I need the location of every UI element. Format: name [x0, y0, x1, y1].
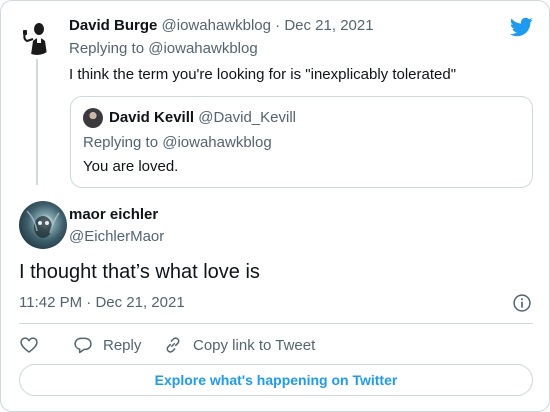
tweet-timestamp[interactable]: 11:42 PM · Dec 21, 2021: [19, 294, 185, 311]
like-button[interactable]: [19, 334, 39, 356]
parent-author-handle[interactable]: @iowahawkblog: [162, 17, 271, 34]
quote-replying-handle: @iowahawkblog: [162, 134, 272, 151]
parent-separator: ·: [275, 17, 281, 34]
parent-replying-line: Replying to @iowahawkblog: [69, 40, 258, 57]
thread-line: [36, 59, 38, 185]
quote-replying-line: Replying to @iowahawkblog: [83, 134, 272, 151]
parent-author-name[interactable]: David Burge: [69, 17, 157, 34]
main-author-name[interactable]: maor eichler: [69, 206, 158, 223]
embedded-tweet-card: David Burge @iowahawkblog · Dec 21, 2021…: [0, 0, 550, 412]
quote-author-handle: @David_Kevill: [198, 109, 296, 126]
reply-icon: [74, 337, 92, 354]
link-icon: [166, 337, 180, 353]
tweet-time: 11:42 PM: [19, 294, 83, 311]
parent-tweet-text: I think the term you're looking for is "…: [69, 66, 457, 83]
reply-button[interactable]: Reply: [73, 334, 141, 356]
reply-label: Reply: [103, 336, 142, 354]
parent-header: David Burge @iowahawkblog · Dec 21, 2021: [69, 17, 374, 34]
quote-replying-prefix: Replying to: [83, 134, 163, 151]
quote-tweet-text: You are loved.: [83, 158, 179, 175]
parent-date[interactable]: Dec 21, 2021: [284, 17, 373, 34]
parent-replying-handle[interactable]: @iowahawkblog: [148, 40, 257, 57]
copy-link-button[interactable]: Copy link to Tweet: [163, 334, 315, 356]
quote-avatar: [83, 108, 103, 128]
main-avatar-image: [26, 210, 60, 238]
main-tweet-text: I thought that’s what love is: [19, 261, 260, 283]
tweet-actions: Reply Copy link to Tweet: [19, 334, 533, 356]
divider: [19, 323, 533, 324]
info-icon[interactable]: [512, 293, 532, 313]
explore-label: Explore what's happening on Twitter: [154, 372, 398, 388]
quote-header: David Kevill @David_Kevill: [109, 109, 296, 126]
copy-link-label: Copy link to Tweet: [193, 336, 316, 354]
main-author-handle[interactable]: @EichlerMaor: [69, 228, 164, 245]
heart-icon: [20, 337, 38, 353]
explore-twitter-button[interactable]: Explore what's happening on Twitter: [19, 364, 533, 396]
parent-replying-prefix: Replying to: [69, 40, 149, 57]
parent-avatar[interactable]: [19, 19, 55, 55]
parent-avatar-image: [19, 19, 55, 55]
tweet-date: Dec 21, 2021: [95, 294, 185, 311]
quoted-tweet[interactable]: David Kevill @David_Kevill Replying to @…: [70, 96, 533, 188]
quote-author-name: David Kevill: [109, 109, 195, 126]
twitter-logo-icon[interactable]: [509, 15, 533, 39]
tweet-meta-separator: ·: [86, 294, 92, 311]
main-avatar[interactable]: [19, 201, 67, 249]
